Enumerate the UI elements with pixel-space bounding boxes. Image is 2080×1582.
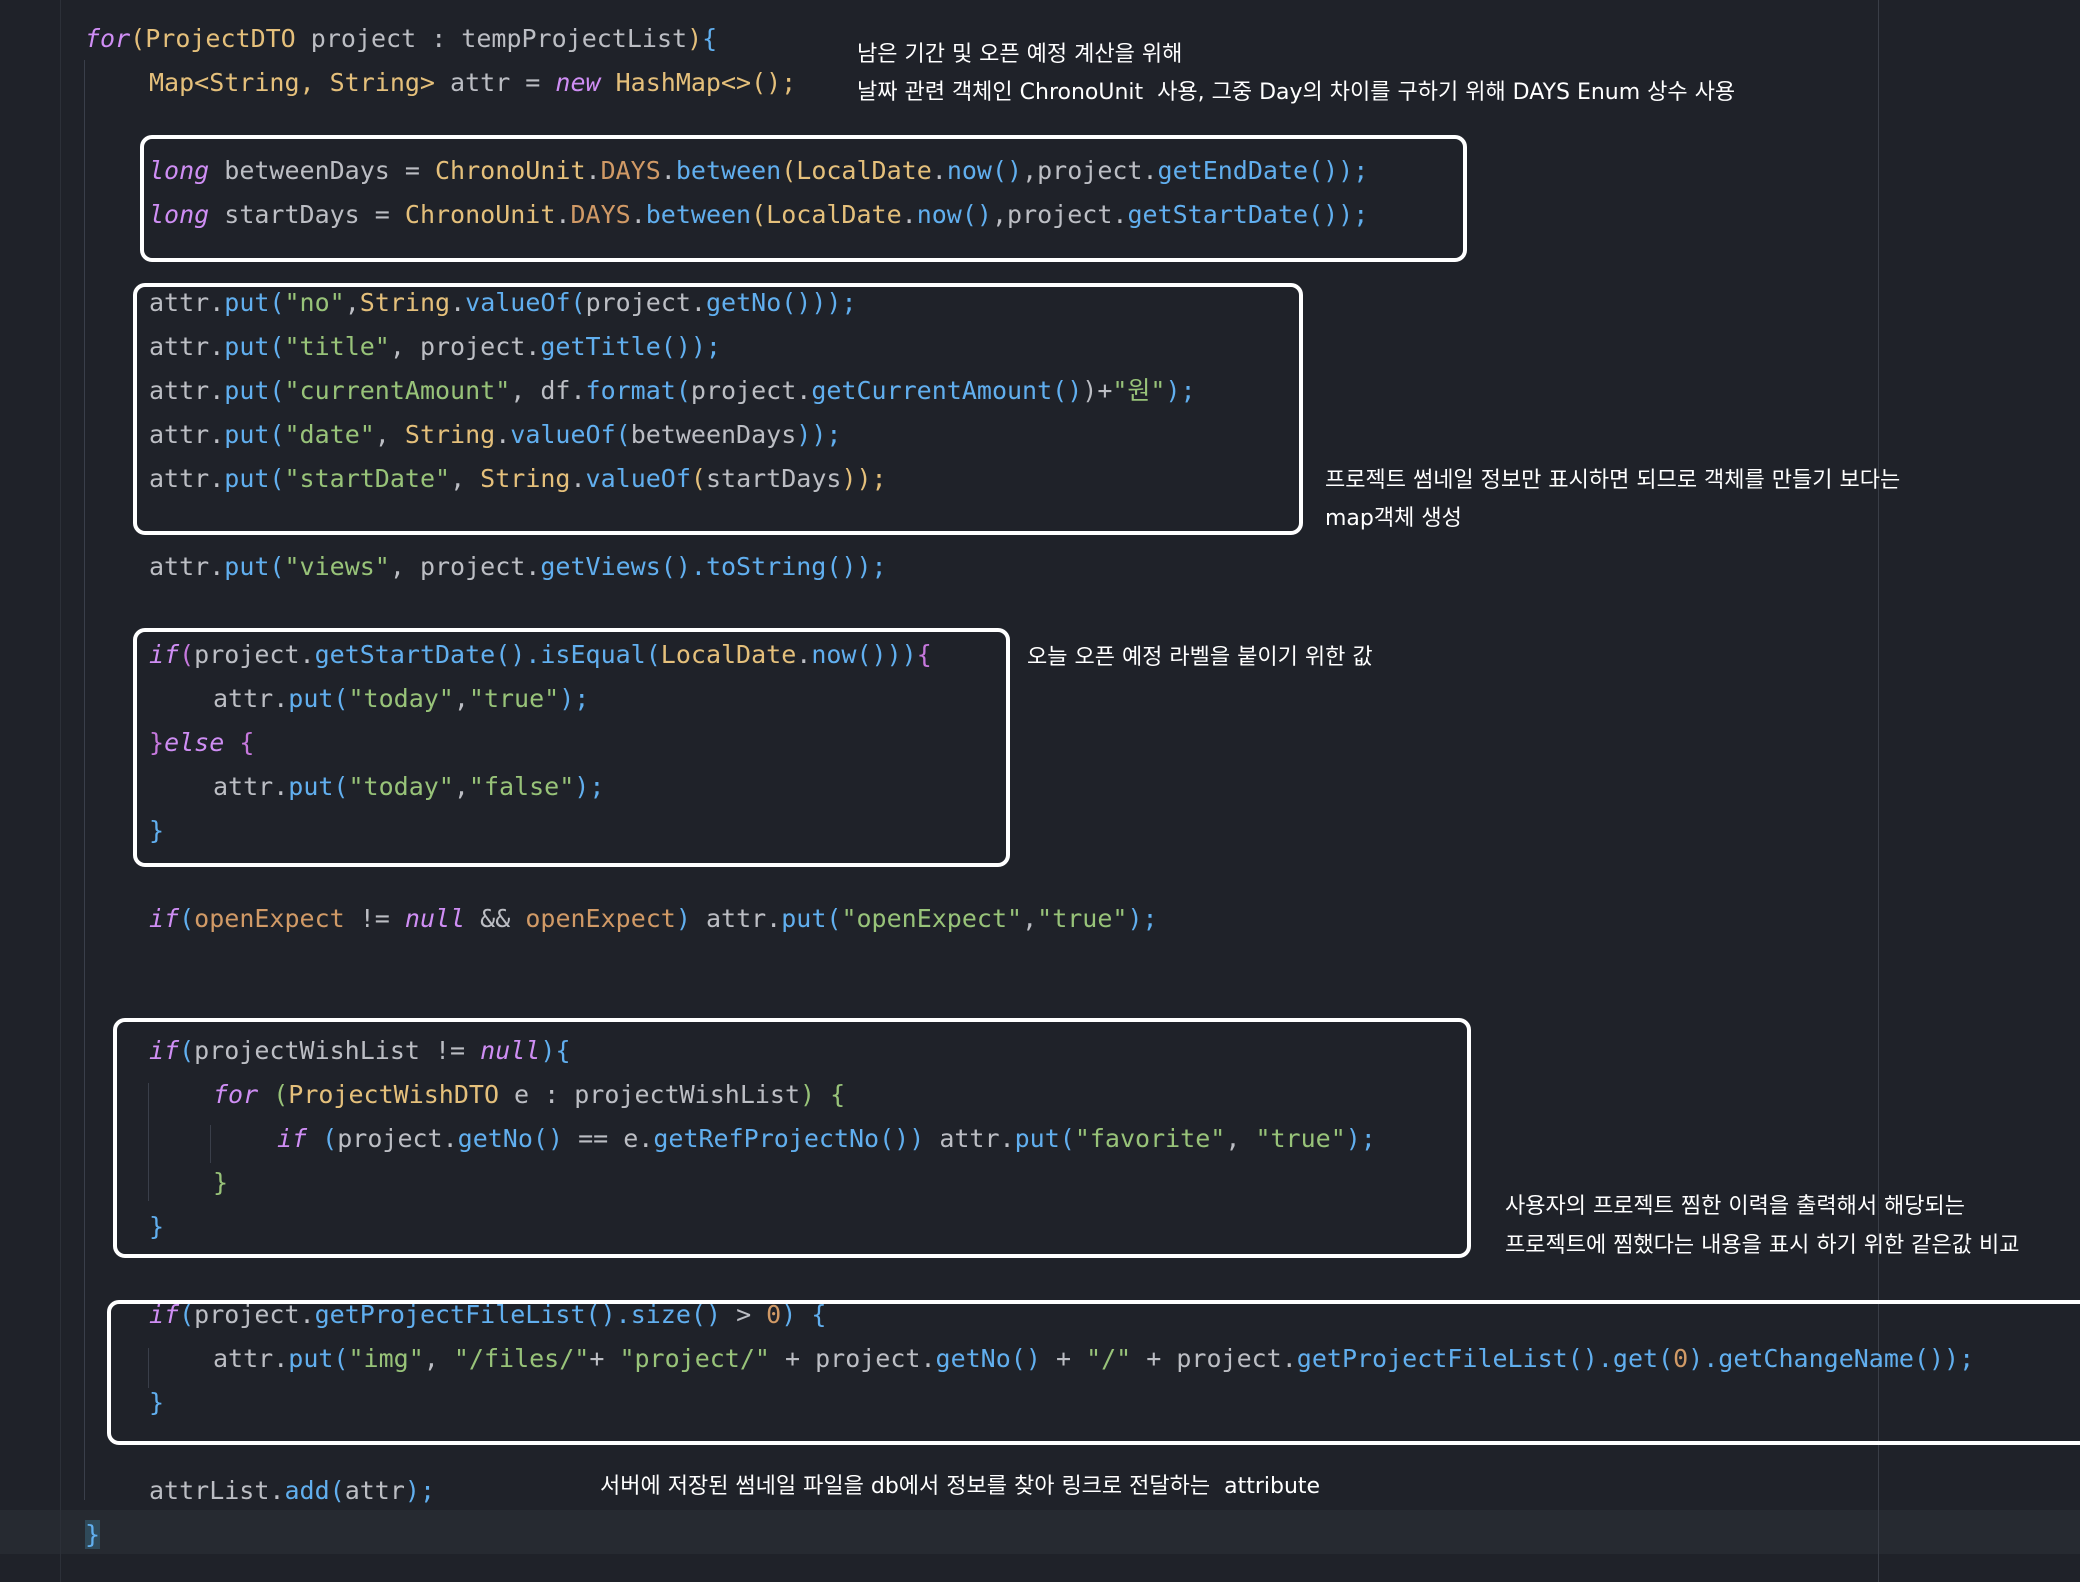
string-literal: "openExpect" [841,904,1023,933]
method: getViews [540,552,661,581]
paren: (); [751,68,797,97]
identifier: attr. [149,552,225,581]
indent-guide [84,60,85,1500]
identifier: attr. [690,904,782,933]
annotation-file: 서버에 저장된 썸네일 파일을 db에서 정보를 찾아 링크로 전달하는 att… [600,1474,1321,1499]
identifier: project : tempProjectList [295,24,688,53]
type: ProjectDTO [145,24,296,53]
paren: ()); [826,552,887,581]
code-line-10[interactable]: attr.put("views", project.getViews().toS… [149,545,887,589]
code-line-1[interactable]: for(ProjectDTO project : tempProjectList… [85,17,717,61]
annotation-map-2: map객체 생성 [1325,506,1462,531]
code-line-25[interactable]: attrList.add(attr); [149,1469,435,1513]
highlight-box-file [107,1300,2080,1445]
annotation-today: 오늘 오픈 예정 라벨을 붙이기 위한 값 [1027,645,1373,670]
highlight-box-wishlist [113,1018,1471,1258]
method: add [284,1476,330,1505]
annotation-chronounit-2: 날짜 관련 객체인 ChronoUnit 사용, 그중 Day의 차이를 구하기… [857,80,1736,105]
annotation-chronounit-1: 남은 기간 및 오픈 예정 계산을 위해 [857,42,1183,67]
highlight-box-chronounit [140,135,1467,262]
identifier: attr [344,1476,405,1505]
field: openExpect [194,904,345,933]
paren: ( [130,24,146,53]
type: Map<String, String> [149,68,435,97]
paren: ( [179,904,195,933]
identifier: != [344,904,405,933]
field: openExpect [525,904,676,933]
highlight-box-today [133,628,1010,867]
paren: ); [404,1476,436,1505]
string-literal: "views" [284,552,390,581]
identifier: , [1022,904,1038,933]
code-line-26[interactable]: } [85,1513,101,1557]
annotation-wishlist-1: 사용자의 프로젝트 찜한 이력을 출력해서 해당되는 [1505,1194,1966,1219]
paren: (). [660,552,706,581]
code-editor[interactable]: for(ProjectDTO project : tempProjectList… [0,0,2080,1582]
paren: ( [329,1476,345,1505]
paren: ); [1127,904,1158,933]
annotation-wishlist-2: 프로젝트에 찜했다는 내용을 표시 하기 위한 같은값 비교 [1505,1233,2020,1258]
identifier: attr = [434,68,556,97]
paren: ( [826,904,842,933]
identifier: attrList. [149,1476,285,1505]
paren: ) [687,24,703,53]
gutter-divider [60,0,61,1582]
annotation-map-1: 프로젝트 썸네일 정보만 표시하면 되므로 객체를 만들기 보다는 [1325,468,1901,493]
type: HashMap<> [600,68,752,97]
keyword: for [85,24,131,53]
code-line-16[interactable]: if(openExpect != null && openExpect) att… [149,897,1158,941]
brace: { [702,24,718,53]
current-line-highlight [0,1510,2080,1554]
string-literal: "true" [1037,904,1128,933]
method: toString [705,552,827,581]
method: put [224,552,270,581]
code-line-2[interactable]: Map<String, String> attr = new HashMap<>… [149,61,796,105]
identifier: , project. [389,552,541,581]
highlight-box-attr-map [133,283,1303,535]
keyword: null [404,904,466,933]
keyword: new [555,68,601,97]
method: put [781,904,827,933]
paren: ) [675,904,691,933]
brace: } [85,1520,101,1549]
identifier: && [465,904,526,933]
keyword: if [149,904,180,933]
paren: ( [269,552,285,581]
